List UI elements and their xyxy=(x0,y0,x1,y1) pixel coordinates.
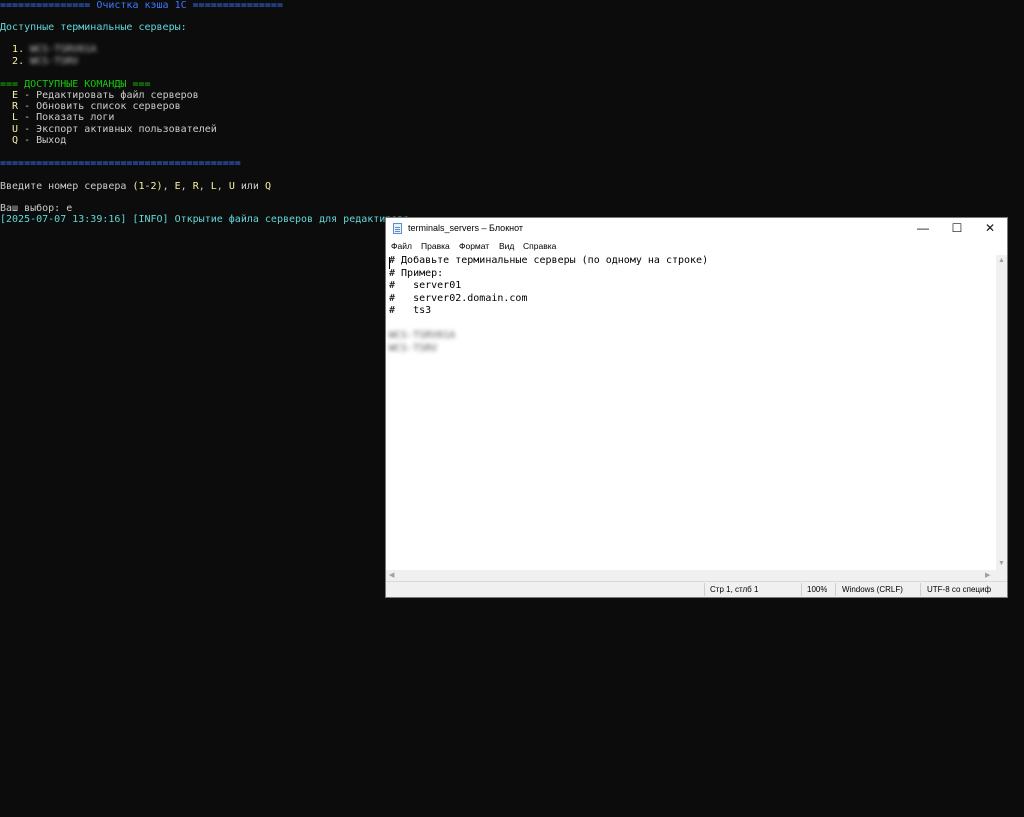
choice-line[interactable]: Ваш выбор: e xyxy=(0,203,72,214)
text-line-4: # server02.domain.com xyxy=(389,292,528,304)
text-line-3: # server01 xyxy=(389,280,462,291)
status-separator xyxy=(704,583,705,596)
status-zoom: 100% xyxy=(807,585,828,594)
server-name-1: WCS-TSRV01A xyxy=(30,44,97,55)
status-separator xyxy=(801,583,802,596)
console-header: =============== Очистка кэша 1С ========… xyxy=(0,0,283,11)
notepad-window[interactable]: terminals_servers – Блокнот — ☐ ✕ Файл П… xyxy=(386,218,1007,597)
notepad-statusbar: Стр 1, стлб 1 100% Windows (CRLF) UTF-8 … xyxy=(386,581,1007,597)
scrollbar-corner xyxy=(996,570,1007,581)
notepad-menubar: Файл Правка Формат Вид Справка xyxy=(386,240,1007,254)
close-button[interactable]: ✕ xyxy=(973,218,1007,239)
command-refresh: R - Обновить список серверов xyxy=(12,101,181,112)
menu-help[interactable]: Справка xyxy=(523,241,556,251)
maximize-button[interactable]: ☐ xyxy=(940,218,974,239)
status-separator xyxy=(920,583,921,596)
command-edit: E - Редактировать файл серверов xyxy=(12,90,199,101)
status-encoding: UTF-8 со специф xyxy=(927,585,992,594)
choice-value: e xyxy=(66,203,73,214)
log-line: [2025-07-07 13:39:16] [INFO] Открытие фа… xyxy=(0,214,410,225)
input-prompt: Введите номер сервера (1-2), E, R, L, U … xyxy=(0,181,272,192)
notepad-title: terminals_servers – Блокнот xyxy=(408,223,524,233)
notepad-app-icon xyxy=(393,223,402,234)
menu-view[interactable]: Вид xyxy=(499,241,514,251)
command-exit: Q - Выход xyxy=(12,135,67,146)
text-line-1: # Добавьте терминальные серверы (по одно… xyxy=(389,255,709,266)
text-line-7: WCS-TSRV01A xyxy=(389,330,456,341)
scroll-left-icon[interactable]: ◀ xyxy=(389,572,394,579)
notepad-text-area[interactable]: # Добавьте терминальные серверы (по одно… xyxy=(386,255,996,570)
servers-title: Доступные терминальные серверы: xyxy=(0,22,187,33)
status-line-ending: Windows (CRLF) xyxy=(842,585,903,594)
scroll-down-icon[interactable]: ▼ xyxy=(998,560,1005,567)
menu-format[interactable]: Формат xyxy=(459,241,489,251)
menu-file[interactable]: Файл xyxy=(391,241,412,251)
server-name-2: WCS-TSRV xyxy=(30,56,79,67)
commands-title: === ДОСТУПНЫЕ КОМАНДЫ === xyxy=(0,79,151,90)
text-line-5: # ts3 xyxy=(389,305,432,316)
minimize-button[interactable]: — xyxy=(906,218,940,239)
notepad-titlebar[interactable]: terminals_servers – Блокнот — ☐ ✕ xyxy=(386,218,1007,239)
command-export: U - Экспорт активных пользователей xyxy=(12,124,217,135)
command-logs: L - Показать логи xyxy=(12,112,115,123)
console-divider: ======================================== xyxy=(0,158,241,169)
text-line-8: WCS-TSRV xyxy=(389,342,438,354)
text-line-2: # Пример: xyxy=(389,267,444,279)
horizontal-scrollbar[interactable]: ◀ ▶ xyxy=(386,570,996,581)
menu-edit[interactable]: Правка xyxy=(421,241,450,251)
vertical-scrollbar[interactable]: ▲ ▼ xyxy=(996,255,1007,570)
server-item-1: 1. WCS-TSRV01A xyxy=(12,44,97,55)
scroll-up-icon[interactable]: ▲ xyxy=(998,257,1005,264)
scroll-right-icon[interactable]: ▶ xyxy=(985,572,990,579)
server-item-2: 2. WCS-TSRV xyxy=(12,56,79,67)
status-separator xyxy=(835,583,836,596)
status-position: Стр 1, стлб 1 xyxy=(710,585,759,594)
